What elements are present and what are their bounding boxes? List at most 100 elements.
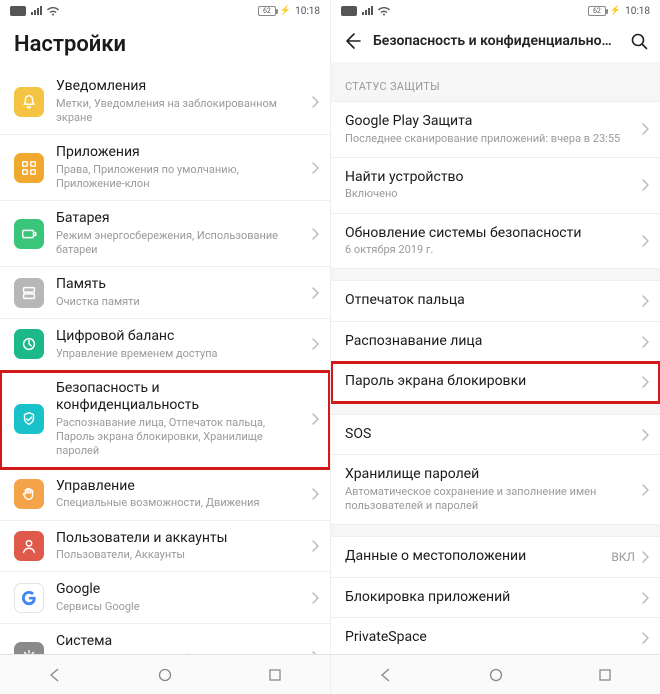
list-item[interactable]: Google Play ЗащитаПоследнее сканирование… [331, 102, 660, 158]
row-title: Google [56, 581, 305, 599]
item-title: Обновление системы безопасности [345, 225, 641, 243]
signal-icon [361, 6, 373, 16]
nav-recent-button[interactable] [220, 655, 330, 694]
row-title: Уведомления [56, 78, 305, 96]
list-item[interactable]: Отпечаток пальца [331, 281, 660, 322]
settings-row[interactable]: GoogleСервисы Google [0, 572, 330, 624]
battery-icon: 62 [588, 6, 606, 16]
row-subtitle: Сервисы Google [56, 600, 305, 614]
nav-bar [0, 654, 330, 694]
settings-row[interactable]: ПриложенияПрава, Приложения по умолчанию… [0, 135, 330, 201]
item-title: Google Play Защита [345, 113, 641, 131]
item-title: Хранилище паролей [345, 466, 641, 484]
balance-icon [14, 329, 44, 359]
list-item[interactable]: Блокировка приложений [331, 578, 660, 619]
row-subtitle: Режим энергосбережения, Использование ба… [56, 229, 305, 258]
nav-bar [331, 654, 660, 694]
wifi-icon [46, 6, 60, 16]
bell-icon [14, 87, 44, 117]
settings-row[interactable]: БатареяРежим энергосбережения, Использов… [0, 201, 330, 267]
row-subtitle: Управление временем доступа [56, 347, 305, 361]
settings-list: УведомленияМетки, Уведомления на заблоки… [0, 69, 330, 654]
section-gap [331, 403, 660, 415]
nav-back-button[interactable] [0, 655, 110, 694]
chevron-right-icon [641, 234, 650, 248]
row-title: Память [56, 276, 305, 294]
list-item[interactable]: SOS [331, 415, 660, 456]
section-gap [331, 269, 660, 281]
row-subtitle: Права, Приложения по умолчанию, Приложен… [56, 163, 305, 192]
settings-row[interactable]: УведомленияМетки, Уведомления на заблоки… [0, 69, 330, 135]
row-subtitle: Специальные возможности, Движения [56, 496, 305, 510]
row-subtitle: Метки, Уведомления на заблокированном эк… [56, 97, 305, 126]
settings-row[interactable]: Пользователи и аккаунтыПользователи, Акк… [0, 521, 330, 573]
item-subtitle: Последнее сканирование приложений: вчера… [345, 132, 641, 146]
settings-row[interactable]: Безопасность и конфиденциальностьРаспозн… [0, 371, 330, 469]
chevron-right-icon [641, 428, 650, 442]
chevron-right-icon [311, 95, 320, 109]
storage-icon [14, 278, 44, 308]
status-bar: 62 ⚡ 10:18 [0, 0, 330, 22]
settings-row[interactable]: ПамятьОчистка памяти [0, 267, 330, 319]
grid-icon [14, 153, 44, 183]
item-title: Блокировка приложений [345, 589, 641, 607]
list-item[interactable]: Данные о местоположенииВКЛ [331, 537, 660, 578]
item-subtitle: Автоматическое сохранение и заполнение и… [345, 485, 641, 514]
google-icon [14, 583, 44, 613]
chevron-right-icon [311, 591, 320, 605]
nav-home-button[interactable] [441, 655, 551, 694]
volte-icon [10, 6, 26, 16]
system-icon [14, 642, 44, 654]
nav-home-button[interactable] [110, 655, 220, 694]
chevron-right-icon [641, 178, 650, 192]
chevron-right-icon [311, 227, 320, 241]
item-title: Отпечаток пальца [345, 292, 641, 310]
status-bar: 62 ⚡ 10:18 [331, 0, 660, 22]
list-item[interactable]: PrivateSpace [331, 618, 660, 654]
list-item[interactable]: Распознавание лица [331, 322, 660, 363]
settings-row[interactable]: Цифровой балансУправление временем досту… [0, 319, 330, 371]
signal-icon [30, 6, 42, 16]
item-title: SOS [345, 426, 641, 444]
status-time: 10:18 [295, 6, 320, 17]
volte-icon [341, 6, 357, 16]
back-button[interactable] [341, 30, 363, 52]
item-title: Пароль экрана блокировки [345, 373, 641, 391]
section-gap [331, 525, 660, 537]
item-subtitle: 6 октября 2019 г. [345, 243, 641, 257]
search-button[interactable] [628, 30, 650, 52]
chevron-right-icon [311, 539, 320, 553]
chevron-right-icon [641, 591, 650, 605]
row-subtitle: Распознавание лица, Отпечаток пальца, Па… [56, 416, 305, 459]
list-item[interactable]: Найти устройствоВключено [331, 158, 660, 214]
chevron-right-icon [311, 161, 320, 175]
item-title: Данные о местоположении [345, 548, 611, 566]
item-title: PrivateSpace [345, 629, 641, 647]
app-bar-title: Безопасность и конфиденциальность [373, 33, 618, 49]
row-title: Батарея [56, 210, 305, 228]
row-subtitle: Очистка памяти [56, 295, 305, 309]
nav-back-button[interactable] [331, 655, 441, 694]
app-bar: Безопасность и конфиденциальность [331, 22, 660, 62]
chevron-right-icon [641, 122, 650, 136]
list-item[interactable]: Хранилище паролейАвтоматическое сохранен… [331, 455, 660, 525]
chevron-right-icon [641, 631, 650, 645]
hand-icon [14, 479, 44, 509]
chevron-right-icon [641, 550, 650, 564]
charging-icon: ⚡ [280, 6, 291, 16]
list-item[interactable]: Обновление системы безопасности6 октября… [331, 214, 660, 270]
item-value: ВКЛ [611, 550, 635, 564]
chevron-right-icon [311, 286, 320, 300]
row-title: Система [56, 633, 305, 651]
battery-icon: 62 [258, 6, 276, 16]
settings-row[interactable]: УправлениеСпециальные возможности, Движе… [0, 469, 330, 521]
charging-icon: ⚡ [610, 6, 621, 16]
list-item[interactable]: Пароль экрана блокировки [331, 362, 660, 403]
row-subtitle: Пользователи, Аккаунты [56, 548, 305, 562]
chevron-right-icon [641, 335, 650, 349]
settings-row[interactable]: СистемаСистемная навигация, Обновление П… [0, 624, 330, 654]
row-title: Приложения [56, 144, 305, 162]
nav-recent-button[interactable] [550, 655, 660, 694]
chevron-right-icon [311, 487, 320, 501]
chevron-right-icon [641, 375, 650, 389]
